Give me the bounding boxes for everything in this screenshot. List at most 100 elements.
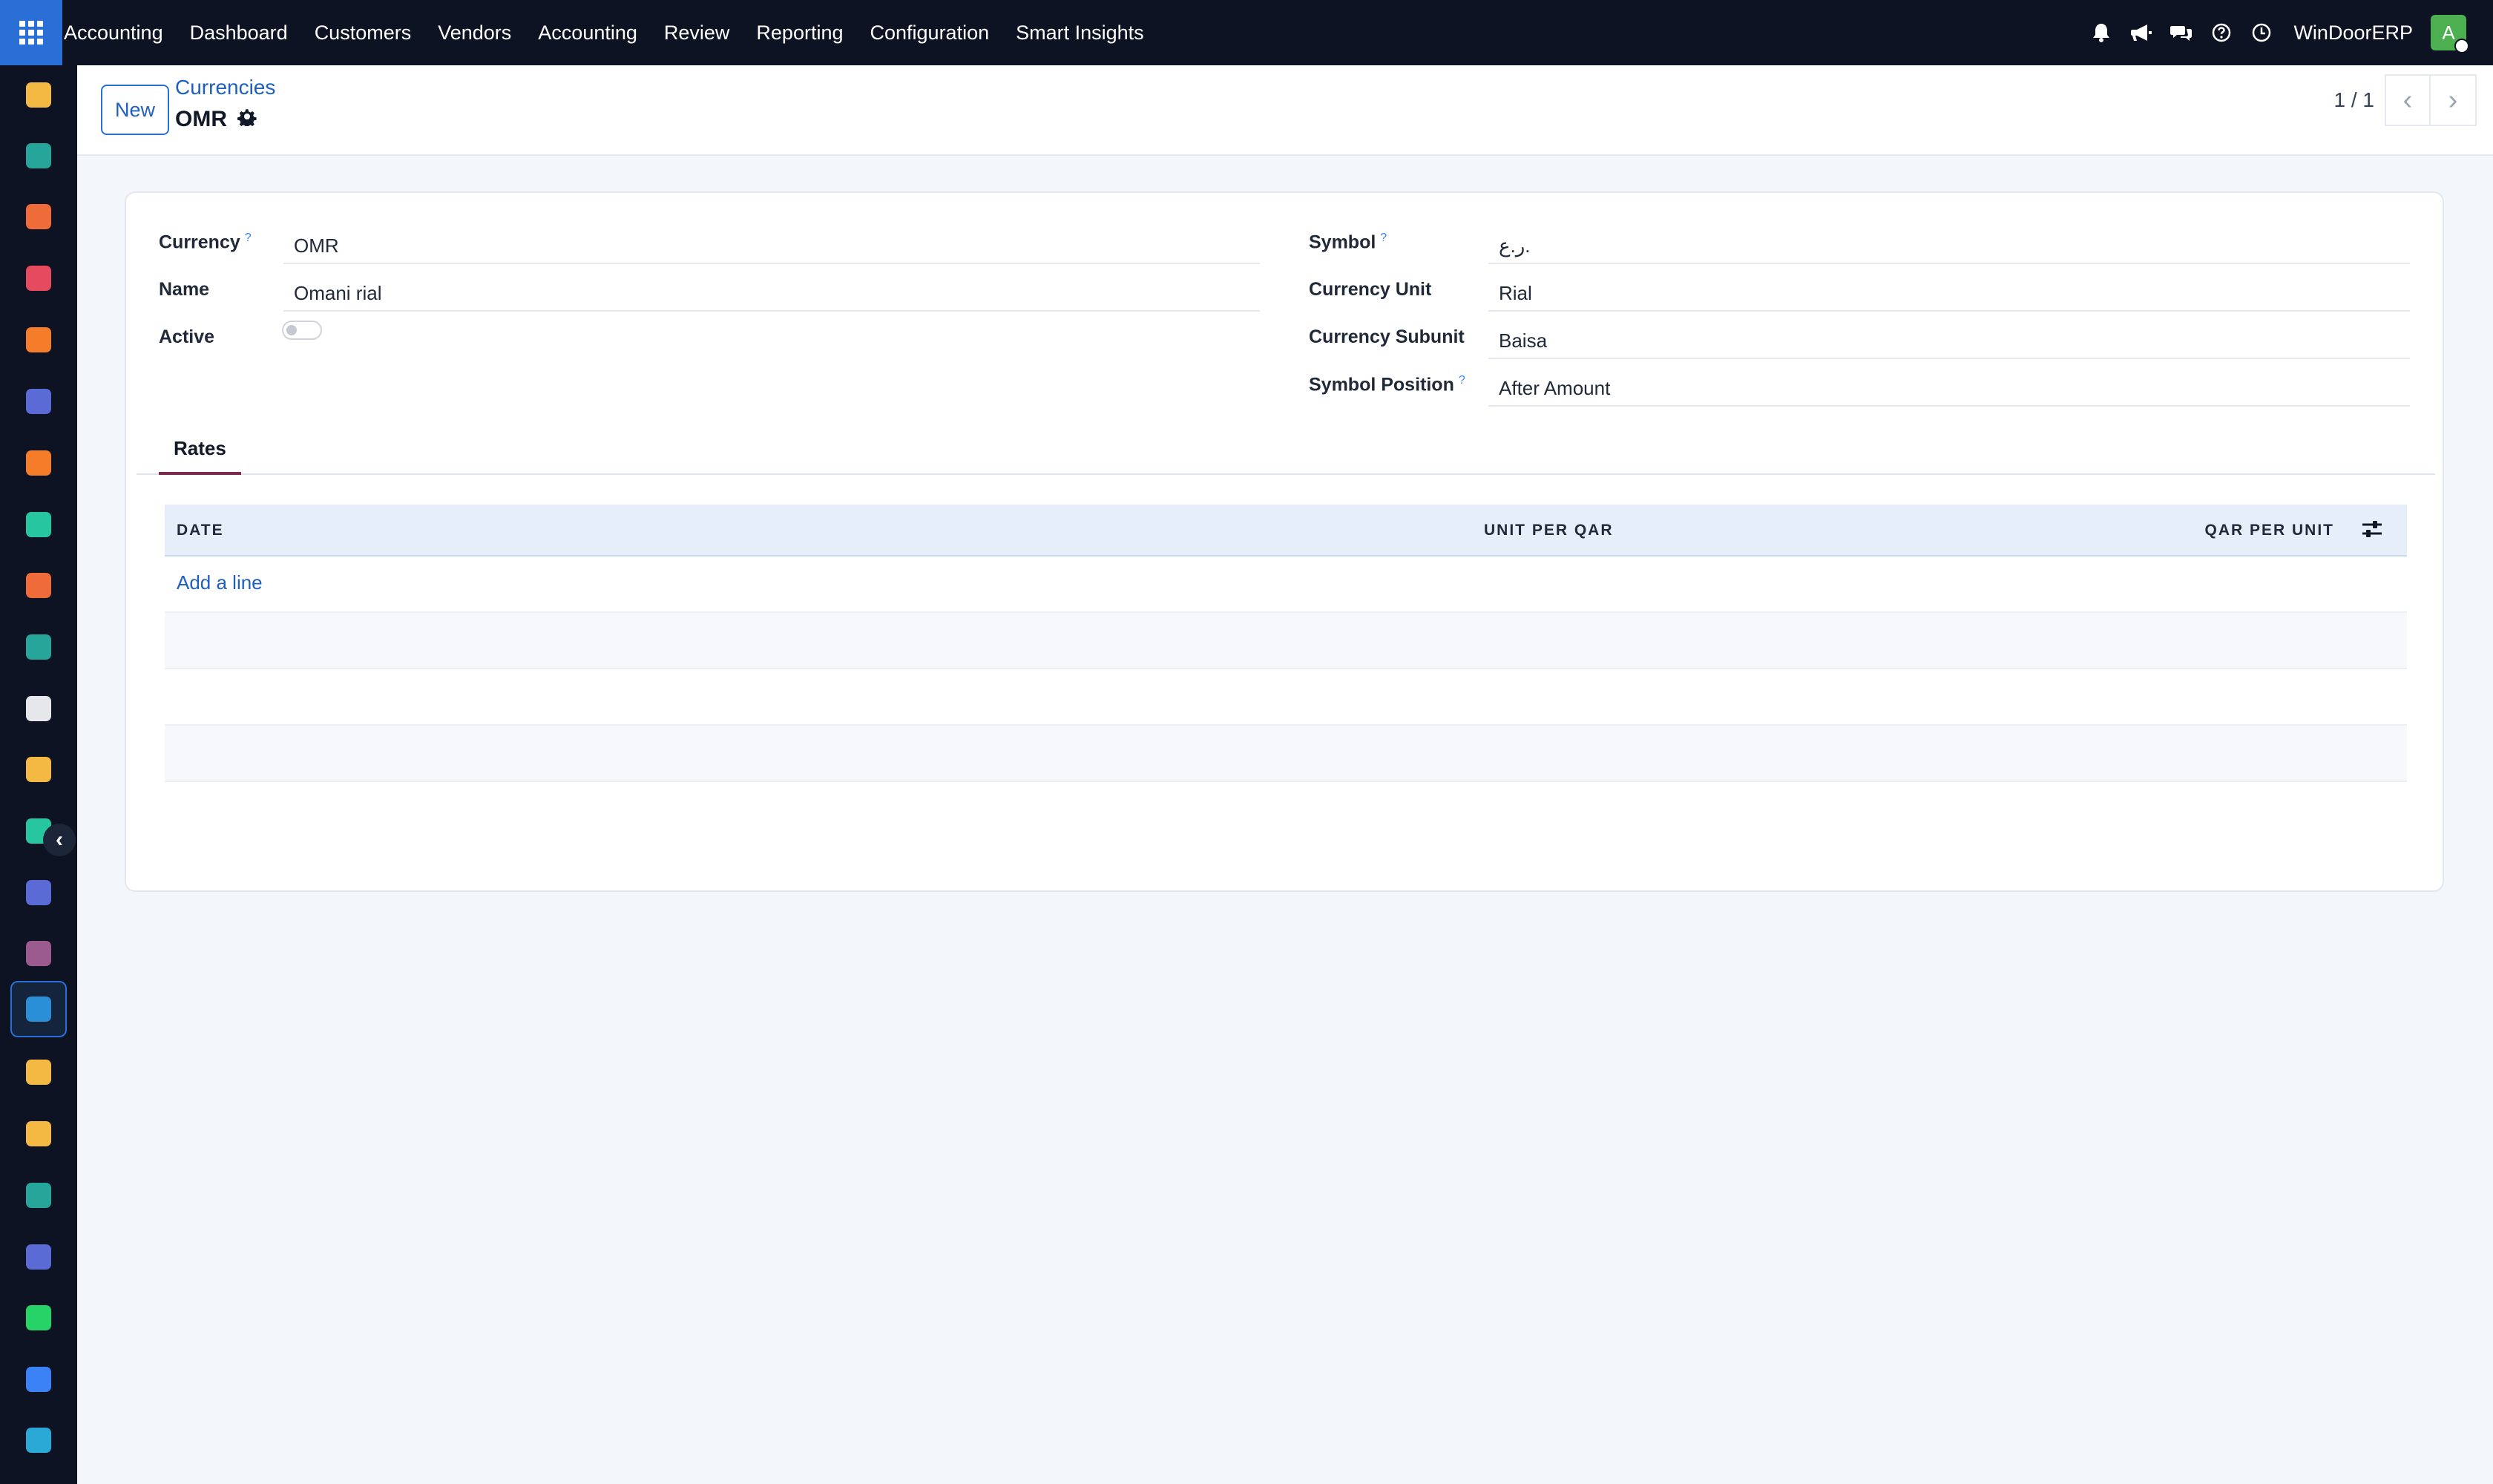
pager-value[interactable]: 1 / 1 bbox=[2334, 88, 2374, 112]
purchase-icon bbox=[26, 941, 51, 966]
sidebar-app-21[interactable] bbox=[10, 1290, 67, 1346]
symbol-field-row: Symbol? bbox=[1309, 221, 1387, 264]
table-row: Add a line bbox=[165, 556, 2407, 613]
menu-vendors[interactable]: Vendors bbox=[424, 0, 525, 65]
table-row bbox=[165, 669, 2407, 726]
notebook-tabs: Rates bbox=[137, 424, 2435, 475]
sidebar-app-11[interactable] bbox=[10, 680, 67, 737]
pie-app-icon bbox=[26, 266, 51, 291]
active-label: Active bbox=[159, 326, 215, 347]
symbol-position-select[interactable]: After Amount bbox=[1488, 365, 2410, 407]
new-button[interactable]: New bbox=[101, 85, 169, 135]
name-input[interactable]: Omani rial bbox=[283, 270, 1260, 312]
currency-input[interactable]: OMR bbox=[283, 223, 1260, 264]
currency-unit-input[interactable]: Rial bbox=[1488, 270, 2410, 312]
sidebar-app-16[interactable] bbox=[10, 981, 67, 1037]
symbol-label: Symbol? bbox=[1309, 232, 1387, 253]
sidebar-app-18[interactable] bbox=[10, 1106, 67, 1162]
app-sidebar: ‹ bbox=[0, 65, 77, 1484]
optional-columns-icon[interactable] bbox=[2359, 516, 2385, 542]
sidebar-app-7[interactable] bbox=[10, 435, 67, 491]
sidebar-app-17[interactable] bbox=[10, 1044, 67, 1100]
menu-customers[interactable]: Customers bbox=[301, 0, 425, 65]
apps-grid-icon bbox=[19, 21, 43, 45]
menu-review[interactable]: Review bbox=[651, 0, 743, 65]
currency-subunit-input[interactable]: Baisa bbox=[1488, 318, 2410, 359]
tab-rates[interactable]: Rates bbox=[159, 424, 241, 475]
bell-icon[interactable] bbox=[2081, 0, 2121, 65]
wave-app-icon bbox=[26, 1428, 51, 1453]
sidebar-app-22[interactable] bbox=[10, 1351, 67, 1408]
sidebar-app-19[interactable] bbox=[10, 1167, 67, 1224]
menu-app-name[interactable]: Accounting bbox=[62, 0, 177, 65]
rates-table-header: DATE UNIT PER QAR QAR PER UNIT bbox=[165, 505, 2407, 556]
add-line-link[interactable]: Add a line bbox=[177, 571, 263, 594]
sidebar-app-3[interactable] bbox=[10, 188, 67, 245]
menu-dashboard[interactable]: Dashboard bbox=[177, 0, 301, 65]
product-box-icon bbox=[26, 696, 51, 721]
active-field-row: Active bbox=[159, 316, 214, 359]
pager-previous-button[interactable]: ‹ bbox=[2385, 74, 2431, 126]
currency-field-row: Currency? bbox=[159, 221, 252, 264]
menu-accounting[interactable]: Accounting bbox=[525, 0, 651, 65]
mail-icon bbox=[26, 389, 51, 414]
calendar-icon bbox=[26, 1121, 51, 1146]
pager-next-button[interactable]: › bbox=[2431, 74, 2477, 126]
megaphone-icon[interactable] bbox=[2121, 0, 2161, 65]
column-date[interactable]: DATE bbox=[177, 505, 224, 556]
sidebar-app-10[interactable] bbox=[10, 619, 67, 675]
sidebar-app-12[interactable] bbox=[10, 741, 67, 798]
inventory-icon bbox=[26, 512, 51, 537]
menu-configuration[interactable]: Configuration bbox=[857, 0, 1003, 65]
sidebar-app-8[interactable] bbox=[10, 496, 67, 553]
sidebar-app-6[interactable] bbox=[10, 373, 67, 430]
company-switcher[interactable]: WinDoorERP bbox=[2293, 22, 2413, 45]
menu-reporting[interactable]: Reporting bbox=[743, 0, 856, 65]
avatar-letter: A bbox=[2442, 21, 2455, 44]
page-title: OMR bbox=[175, 107, 257, 132]
sidebar-app-15[interactable] bbox=[10, 925, 67, 982]
currency-unit-label: Currency Unit bbox=[1309, 279, 1432, 300]
chevron-left-icon: ‹ bbox=[2402, 84, 2413, 116]
discuss-icon bbox=[26, 450, 51, 476]
sidebar-app-9[interactable] bbox=[10, 557, 67, 614]
help-tooltip-icon[interactable]: ? bbox=[1459, 374, 1465, 387]
sidebar-app-5[interactable] bbox=[10, 312, 67, 368]
app-menu-button[interactable] bbox=[0, 0, 62, 65]
chat-bubble-icon bbox=[26, 327, 51, 352]
currency-subunit-field-row: Currency Subunit bbox=[1309, 316, 1465, 359]
active-toggle[interactable] bbox=[282, 321, 322, 340]
column-unit-per-qar[interactable]: UNIT PER QAR bbox=[1484, 505, 1614, 556]
chat-icon[interactable] bbox=[2161, 0, 2201, 65]
activity-clock-icon[interactable] bbox=[2241, 0, 2282, 65]
table-row bbox=[165, 613, 2407, 669]
sign-icon bbox=[26, 757, 51, 782]
sales-chart-icon bbox=[26, 204, 51, 229]
column-qar-per-unit[interactable]: QAR PER UNIT bbox=[2204, 505, 2334, 556]
team-icon bbox=[26, 1060, 51, 1085]
breadcrumb-currencies[interactable]: Currencies bbox=[175, 76, 275, 99]
sidebar-app-2[interactable] bbox=[10, 128, 67, 184]
reporting-icon bbox=[26, 573, 51, 598]
symbol-input[interactable]: ر.ع. bbox=[1488, 223, 2410, 264]
avatar[interactable]: A bbox=[2431, 15, 2469, 53]
currency-subunit-label: Currency Subunit bbox=[1309, 326, 1465, 347]
contacts-icon bbox=[26, 143, 51, 168]
whatsapp-icon bbox=[26, 1305, 51, 1330]
help-icon[interactable] bbox=[2201, 0, 2241, 65]
sidebar-collapse-icon[interactable]: ‹ bbox=[43, 824, 76, 856]
form-sheet: Currency? OMR Name Omani rial Active Sym… bbox=[125, 191, 2444, 892]
help-tooltip-icon[interactable]: ? bbox=[245, 232, 252, 244]
currency-label: Currency? bbox=[159, 232, 252, 253]
sidebar-app-1[interactable] bbox=[10, 67, 67, 123]
sidebar-app-4[interactable] bbox=[10, 250, 67, 306]
sidebar-app-14[interactable] bbox=[10, 864, 67, 921]
gear-icon[interactable] bbox=[237, 107, 257, 132]
timer-icon bbox=[26, 1367, 51, 1392]
symbol-position-field-row: Symbol Position? bbox=[1309, 364, 1465, 407]
help-tooltip-icon[interactable]: ? bbox=[1380, 232, 1387, 244]
menu-smart-insights[interactable]: Smart Insights bbox=[1002, 0, 1157, 65]
sidebar-app-20[interactable] bbox=[10, 1229, 67, 1285]
sidebar-app-23[interactable] bbox=[10, 1412, 67, 1468]
systray: WinDoorERP A bbox=[2081, 0, 2493, 65]
